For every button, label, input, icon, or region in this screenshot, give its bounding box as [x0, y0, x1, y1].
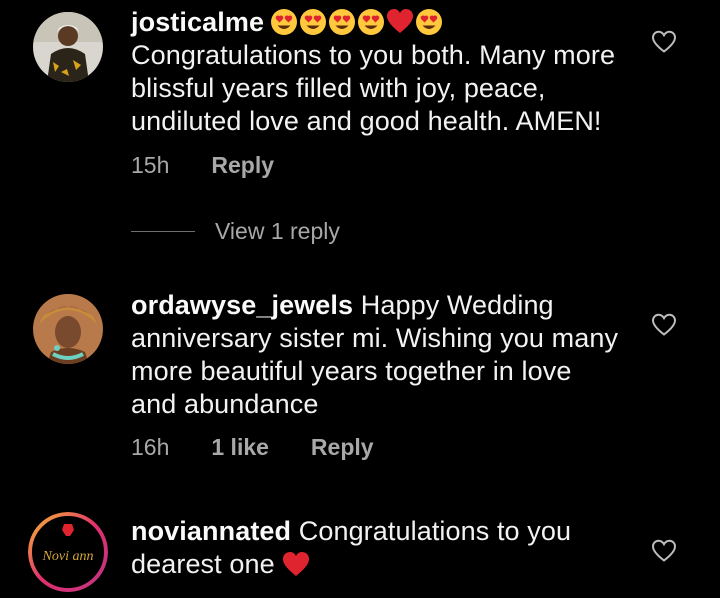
- red-heart-emoji-icon: [387, 9, 414, 33]
- red-heart-emoji-icon: [282, 552, 309, 576]
- emoji-group: [270, 8, 443, 36]
- avatar[interactable]: Novi ann: [28, 512, 108, 592]
- heart-eyes-emoji-icon: [329, 9, 356, 35]
- avatar[interactable]: [33, 294, 103, 364]
- comment-line: blissful years filled with joy, peace,: [131, 73, 546, 103]
- heart-eyes-emoji-icon: [416, 9, 443, 35]
- view-replies-label: View 1 reply: [215, 218, 340, 244]
- avatar[interactable]: [33, 12, 103, 82]
- username[interactable]: noviannated: [131, 516, 291, 546]
- likes-count[interactable]: 1 like: [211, 434, 269, 461]
- heart-eyes-emoji-icon: [271, 9, 298, 35]
- like-heart-icon[interactable]: [651, 538, 677, 564]
- comment-line: and abundance: [131, 389, 319, 419]
- brand-logo-text: Novi ann: [42, 549, 94, 564]
- comment-meta: 15h Reply: [131, 152, 274, 179]
- comment-line: dearest one: [131, 549, 275, 579]
- comment-line: Congratulations to you: [298, 516, 572, 546]
- comment-text: noviannated Congratulations to you deare…: [131, 515, 641, 581]
- timestamp: 16h: [131, 434, 170, 460]
- reply-button[interactable]: Reply: [211, 152, 274, 179]
- like-heart-icon[interactable]: [651, 312, 677, 338]
- comment-line: anniversary sister mi. Wishing you many: [131, 323, 619, 353]
- reply-button[interactable]: Reply: [311, 434, 374, 461]
- comment-line: undiluted love and good health. AMEN!: [131, 106, 602, 136]
- view-replies-button[interactable]: View 1 reply: [131, 218, 340, 245]
- timestamp: 15h: [131, 152, 170, 178]
- username[interactable]: ordawyse_jewels: [131, 290, 353, 320]
- divider-line: [131, 231, 195, 232]
- comment-meta: 16h 1 like Reply: [131, 434, 374, 461]
- comment-line: more beautiful years together in love: [131, 356, 572, 386]
- comment-line: Congratulations to you both. Many more: [131, 40, 616, 70]
- comment-text: josticalme Congratulations to you both. …: [131, 6, 641, 138]
- heart-eyes-emoji-icon: [358, 9, 385, 35]
- like-heart-icon[interactable]: [651, 29, 677, 55]
- comment-line: Happy Wedding: [360, 290, 554, 320]
- username[interactable]: josticalme: [131, 7, 264, 37]
- comment-text: ordawyse_jewels Happy Wedding anniversar…: [131, 289, 641, 421]
- heart-eyes-emoji-icon: [300, 9, 327, 35]
